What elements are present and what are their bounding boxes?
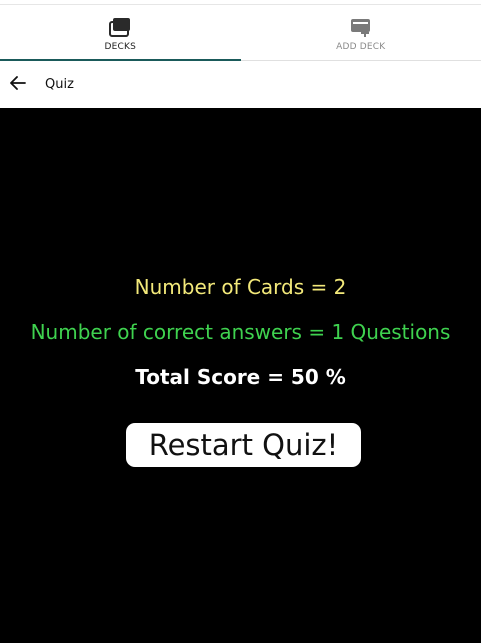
arrow-left-icon — [10, 75, 26, 94]
quiz-results: Number of Cards = 2 Number of correct an… — [0, 108, 481, 643]
back-button[interactable] — [4, 71, 32, 99]
tab-decks[interactable]: DECKS — [0, 5, 241, 61]
tab-add-deck-label: ADD DECK — [336, 42, 386, 52]
tab-decks-label: DECKS — [104, 42, 136, 52]
add-deck-icon — [348, 15, 374, 39]
screen-header: Quiz — [0, 61, 481, 108]
page-title: Quiz — [45, 77, 74, 92]
number-of-cards-text: Number of Cards = 2 — [134, 275, 347, 299]
tab-add-deck[interactable]: ADD DECK — [241, 5, 481, 60]
total-score-text: Total Score = 50 % — [135, 365, 346, 389]
tab-bar: DECKS ADD DECK — [0, 5, 481, 61]
restart-quiz-button[interactable]: Restart Quiz! — [126, 423, 361, 467]
decks-icon — [107, 15, 133, 39]
correct-answers-text: Number of correct answers = 1 Questions — [30, 320, 451, 344]
